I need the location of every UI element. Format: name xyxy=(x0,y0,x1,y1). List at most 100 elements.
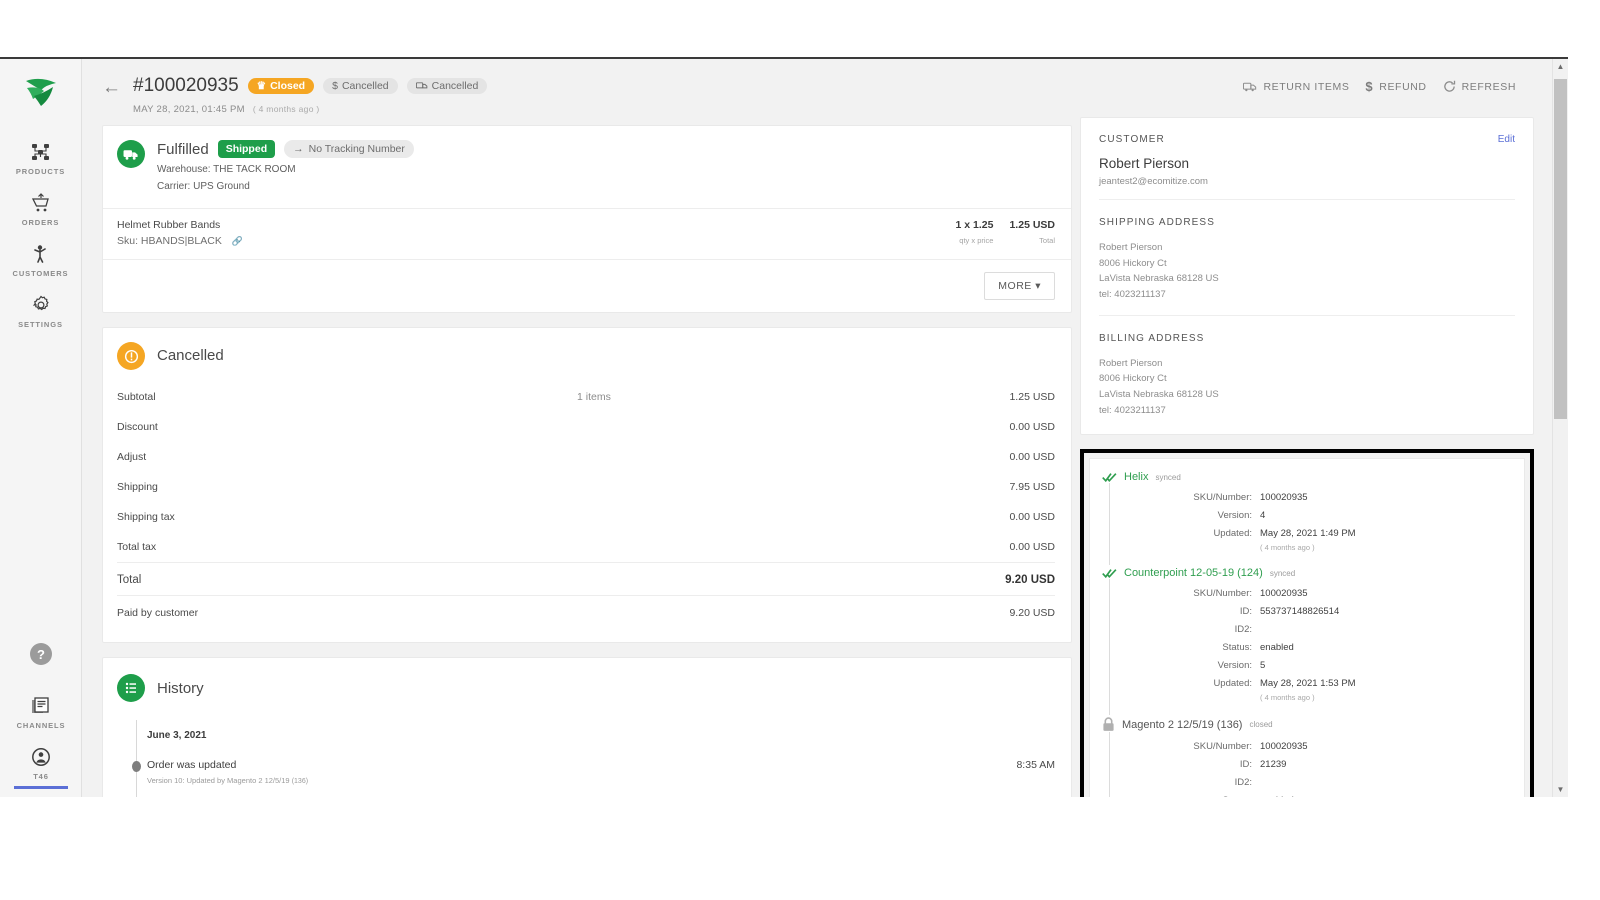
totals-row: Shipping tax 0.00 USD xyxy=(117,502,1055,532)
sync-row: SKU/Number: 100020935 xyxy=(1110,738,1510,756)
sync-key: Status: xyxy=(1222,642,1252,653)
timeline-meta-id: (136) xyxy=(291,778,309,785)
main-content: RETURN ITEMS $ REFUND REFRESH ← #1000209… xyxy=(82,59,1552,797)
address-line: Robert Pierson xyxy=(1099,242,1163,253)
sync-key: Version: xyxy=(1217,659,1252,671)
fulfillment-header: Fulfilled Shipped → No Tracking Number W… xyxy=(103,126,1071,208)
payment-header: Cancelled xyxy=(103,328,1071,374)
scrollbar-thumb[interactable] xyxy=(1554,79,1567,419)
sync-key: SKU/Number: xyxy=(1193,741,1252,752)
more-row: MORE ▾ xyxy=(103,259,1071,312)
sync-group-header: Magento 2 12/5/19 (136) closed xyxy=(1098,717,1510,732)
user-avatar-icon xyxy=(31,747,51,767)
sync-value-group: May 28, 2021 1:53 PM ( 4 months ago ) xyxy=(1260,678,1356,702)
more-button[interactable]: MORE ▾ xyxy=(984,272,1055,300)
header-actions: RETURN ITEMS $ REFUND REFRESH xyxy=(1243,79,1516,94)
tracking-badge[interactable]: → No Tracking Number xyxy=(284,140,414,158)
line-item-name: Helmet Rubber Bands xyxy=(117,219,243,231)
sync-row: SKU/Number: 100020935 xyxy=(1110,489,1510,507)
sync-group-name[interactable]: Magento 2 12/5/19 (136) xyxy=(1122,719,1242,731)
sidebar-item-label: ORDERS xyxy=(21,218,60,227)
badge-label: Closed xyxy=(270,79,306,92)
sync-value: May 28, 2021 1:49 PM xyxy=(1260,528,1356,540)
orders-cart-icon xyxy=(31,193,51,213)
totals-label: Paid by customer xyxy=(117,607,199,619)
return-items-button[interactable]: RETURN ITEMS xyxy=(1243,81,1349,93)
double-check-icon xyxy=(1102,472,1117,483)
sync-group-name[interactable]: Helix xyxy=(1124,471,1148,483)
line-item-total-caption: Total xyxy=(1039,236,1055,245)
sync-group: Magento 2 12/5/19 (136) closed SKU/Numbe… xyxy=(1098,717,1510,797)
sidebar-item-settings[interactable]: SETTINGS xyxy=(0,286,82,337)
sidebar-item-products[interactable]: PRODUCTS xyxy=(0,133,82,184)
line-item-sku-text: Sku: HBANDS|BLACK xyxy=(117,235,222,247)
sidebar-item-customers[interactable]: CUSTOMERS xyxy=(0,235,82,286)
sync-value: 100020935 xyxy=(1260,588,1308,600)
totals-label: Shipping tax xyxy=(117,511,175,523)
scroll-area: ← #100020935 ♛ Closed $ Cancelled Cancel… xyxy=(82,59,1552,797)
totals-amount: 0.00 USD xyxy=(1009,421,1055,433)
truck-return-icon xyxy=(1243,81,1257,93)
action-label: RETURN ITEMS xyxy=(1263,80,1350,93)
totals-amount: 0.00 USD xyxy=(1009,451,1055,463)
totals-row: Shipping 7.95 USD xyxy=(117,472,1055,502)
shipped-badge: Shipped xyxy=(217,140,276,158)
link-icon[interactable]: 🔗 xyxy=(232,236,243,246)
order-title-row: #100020935 ♛ Closed $ Cancelled Cancelle… xyxy=(133,75,488,97)
scroll-up-arrow-icon[interactable]: ▲ xyxy=(1557,59,1565,74)
sync-key: Version: xyxy=(1217,510,1252,522)
back-arrow-icon[interactable]: ← xyxy=(102,78,121,115)
sync-group: Helix synced SKU/Number: 100020935 Versi… xyxy=(1098,471,1510,566)
line-item-total: 1.25 USD xyxy=(1009,219,1055,231)
totals-label: Shipping xyxy=(117,481,158,493)
sync-row: Updated: May 28, 2021 1:53 PM ( 4 months… xyxy=(1110,675,1510,705)
refresh-button[interactable]: REFRESH xyxy=(1443,80,1516,93)
sidebar-item-channels[interactable]: CHANNELS xyxy=(0,687,82,738)
payment-title: Cancelled xyxy=(157,347,224,364)
gear-icon xyxy=(31,295,51,315)
totals-label: Total tax xyxy=(117,541,157,553)
sync-row: Status: enabled xyxy=(1110,792,1510,797)
sync-key: ID2: xyxy=(1234,624,1252,636)
fulfillment-title: Fulfilled xyxy=(157,140,209,158)
sidebar-item-orders[interactable]: ORDERS xyxy=(0,184,82,235)
sync-group-name[interactable]: Counterpoint 12-05-19 (124) xyxy=(1124,567,1263,579)
left-sidebar-nav: PRODUCTS ORDERS CUSTOMERS SETTINGS ? CHA… xyxy=(0,59,82,797)
payment-card: Cancelled Subtotal 1 items 1.25 USD Disc… xyxy=(102,327,1072,643)
totals-label: Adjust xyxy=(117,451,147,463)
customer-name: Robert Pierson xyxy=(1099,156,1190,171)
line-item-name-text: Helmet Rubber Bands xyxy=(117,219,221,231)
sync-key: ID: xyxy=(1239,758,1252,770)
history-timeline: June 3, 2021 Order was updated 8:35 AM V… xyxy=(103,712,1071,797)
help-icon[interactable]: ? xyxy=(30,643,52,665)
carrier-text: Carrier: UPS Ground xyxy=(157,180,250,192)
history-header: History xyxy=(103,658,1071,712)
line-item-qty-caption: qty x price xyxy=(959,236,994,245)
sync-group: Counterpoint 12-05-19 (124) synced SKU/N… xyxy=(1098,567,1510,715)
totals-row: Total tax 0.00 USD xyxy=(117,532,1055,562)
timeline-entry: Order was updated 8:35 AM Version 10: Up… xyxy=(129,759,1055,785)
status-badge-closed: ♛ Closed xyxy=(247,77,315,95)
sync-key: ID: xyxy=(1239,606,1252,618)
address-line: 8006 Hickory Ct xyxy=(1099,373,1167,385)
truck-icon xyxy=(415,81,428,91)
edit-customer-link[interactable]: Edit xyxy=(1498,134,1515,145)
customers-icon xyxy=(31,244,51,264)
sync-value-ago: ( 4 months ago ) xyxy=(1260,543,1315,552)
sync-value: May 28, 2021 1:53 PM xyxy=(1260,677,1356,689)
app-logo[interactable] xyxy=(24,77,58,107)
sidebar-item-account[interactable]: T46 xyxy=(0,738,82,789)
sync-key: Updated: xyxy=(1213,528,1252,540)
customer-email: jeantest2@ecomitize.com xyxy=(1099,176,1208,187)
fulfillment-card: Fulfilled Shipped → No Tracking Number W… xyxy=(102,125,1072,313)
totals-table: Subtotal 1 items 1.25 USD Discount 0.00 … xyxy=(103,374,1071,642)
sync-group-body: SKU/Number: 100020935 ID: 21239 ID2: xyxy=(1109,732,1510,797)
vertical-scrollbar[interactable]: ▲ ▼ xyxy=(1552,59,1568,797)
address-line: tel: 4023211137 xyxy=(1099,289,1166,301)
customer-card: CUSTOMER Edit Robert Pierson jeantest2@e… xyxy=(1080,117,1534,436)
refund-button[interactable]: $ REFUND xyxy=(1365,79,1426,94)
sync-group-header: Counterpoint 12-05-19 (124) synced xyxy=(1098,567,1510,579)
status-badge-shipping: Cancelled xyxy=(406,77,488,95)
scroll-down-arrow-icon[interactable]: ▼ xyxy=(1557,782,1565,797)
more-label: MORE xyxy=(998,280,1032,292)
